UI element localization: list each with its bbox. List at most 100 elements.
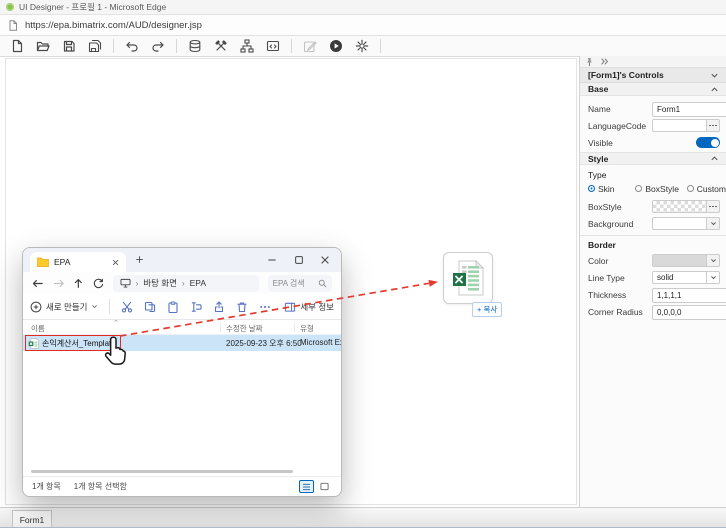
database-button[interactable]	[184, 37, 206, 55]
chevron-up-icon	[710, 154, 719, 163]
file-row-selected[interactable]: 손익계산서_Template 2025-09-23 오후 6:50 Micros…	[23, 335, 341, 351]
toggle-knob	[711, 139, 719, 147]
thumbnail-view-button[interactable]	[317, 480, 332, 493]
minimize-icon[interactable]	[267, 255, 277, 265]
visible-toggle[interactable]	[696, 137, 720, 148]
designer-toolbar	[0, 36, 726, 57]
toolbar-separator	[113, 39, 114, 53]
tab-close-icon[interactable]	[112, 259, 119, 266]
breadcrumb[interactable]: › 바탕 화면 › EPA	[113, 275, 259, 292]
tools-button[interactable]	[210, 37, 232, 55]
radio-custom[interactable]: Custom	[687, 184, 726, 194]
name-field[interactable]: Form1	[652, 102, 726, 117]
horizontal-scrollbar[interactable]	[31, 470, 293, 473]
line-type-dropdown-button[interactable]	[707, 271, 720, 284]
type-label-row: Type	[580, 169, 726, 180]
language-code-browse-button[interactable]	[707, 119, 720, 132]
thickness-field[interactable]: 1,1,1,1	[652, 288, 726, 303]
column-separator[interactable]	[294, 322, 295, 332]
border-color-swatch[interactable]	[652, 254, 707, 267]
save-all-button[interactable]	[84, 37, 106, 55]
boxstyle-browse-button[interactable]	[707, 200, 720, 213]
column-name[interactable]: 이름	[31, 323, 45, 334]
maximize-icon[interactable]	[294, 255, 304, 265]
save-button[interactable]	[58, 37, 80, 55]
background-dropdown-button[interactable]	[707, 217, 720, 230]
breadcrumb-desktop[interactable]: 바탕 화면	[143, 277, 177, 289]
drag-ghost-excel-file[interactable]	[443, 252, 493, 304]
run-button[interactable]	[325, 37, 347, 55]
details-pane-button[interactable]: 세부 정보	[284, 301, 334, 313]
section-base-header[interactable]: Base	[580, 83, 726, 96]
chevron-down-icon	[710, 220, 717, 227]
breadcrumb-epa[interactable]: EPA	[190, 278, 206, 288]
close-icon[interactable]	[320, 255, 330, 265]
file-type: Microsoft Excel	[300, 338, 342, 347]
more-options-icon[interactable]	[259, 301, 271, 313]
controls-header-label: [Form1]'s Controls	[588, 70, 664, 80]
settings-button[interactable]	[351, 37, 373, 55]
column-type[interactable]: 유형	[300, 323, 314, 334]
collapse-panel-icon[interactable]	[600, 57, 609, 66]
back-icon[interactable]	[32, 278, 44, 289]
hierarchy-button[interactable]	[236, 37, 258, 55]
up-icon[interactable]	[73, 278, 84, 289]
chevron-down-icon	[710, 274, 717, 281]
search-icon	[318, 279, 327, 288]
column-separator[interactable]	[220, 322, 221, 332]
file-name-highlight-box	[25, 335, 121, 351]
radio-skin[interactable]: Skin	[588, 184, 635, 194]
item-count: 1개 항목	[32, 481, 61, 492]
explorer-command-bar: 새로 만들기 세부 정보	[23, 294, 341, 320]
code-window-button[interactable]	[262, 37, 284, 55]
file-date-modified: 2025-09-23 오후 6:50	[226, 338, 302, 349]
excel-file-icon	[451, 260, 485, 296]
corner-radius-row: Corner Radius 0,0,0,0	[580, 304, 726, 319]
undo-button[interactable]	[121, 37, 143, 55]
copy-icon[interactable]	[144, 301, 156, 313]
new-item-button[interactable]: 새로 만들기	[30, 301, 98, 313]
background-field[interactable]	[652, 217, 707, 230]
search-placeholder: EPA 검색	[273, 278, 315, 289]
chevron-down-icon	[710, 257, 717, 264]
border-color-dropdown-button[interactable]	[707, 254, 720, 267]
open-folder-button[interactable]	[32, 37, 54, 55]
new-document-button[interactable]	[6, 37, 28, 55]
corner-radius-label: Corner Radius	[588, 307, 643, 317]
paste-icon[interactable]	[167, 301, 179, 313]
url-bar[interactable]: https://epa.bimatrix.com/AUD/designer.js…	[0, 15, 726, 36]
file-list-empty-area[interactable]	[23, 351, 341, 474]
forward-icon[interactable]	[53, 278, 65, 289]
delete-icon[interactable]	[236, 301, 248, 313]
controls-header[interactable]: [Form1]'s Controls	[580, 68, 726, 83]
explorer-tab-epa[interactable]: EPA	[30, 252, 126, 272]
background-row: Background	[580, 216, 726, 231]
explorer-status-bar: 1개 항목 1개 항목 선택함	[23, 476, 341, 496]
form1-tab[interactable]: Form1	[12, 510, 52, 528]
new-item-label: 새로 만들기	[46, 301, 87, 313]
toolbar-separator	[380, 39, 381, 53]
section-style-header[interactable]: Style	[580, 152, 726, 165]
undo-icon	[125, 39, 139, 53]
corner-radius-field[interactable]: 0,0,0,0	[652, 305, 726, 320]
cut-icon[interactable]	[121, 301, 133, 313]
share-icon[interactable]	[213, 301, 225, 313]
radio-boxstyle-label: BoxStyle	[645, 184, 679, 194]
search-box[interactable]: EPA 검색	[268, 275, 332, 292]
toolbar-separator	[176, 39, 177, 53]
redo-button[interactable]	[147, 37, 169, 55]
refresh-icon[interactable]	[93, 278, 104, 289]
new-tab-icon[interactable]	[135, 255, 144, 264]
hierarchy-icon	[240, 39, 254, 53]
rename-icon[interactable]	[190, 301, 202, 313]
language-code-field[interactable]	[652, 119, 707, 132]
edit-icon	[303, 39, 317, 53]
radio-boxstyle[interactable]: BoxStyle	[635, 184, 686, 194]
line-type-select[interactable]: solid	[652, 271, 707, 284]
window-titlebar: UI Designer - 프로필 1 - Microsoft Edge	[0, 0, 726, 15]
details-view-button[interactable]	[299, 480, 314, 493]
column-date-modified[interactable]: 수정한 날짜	[226, 323, 263, 334]
pin-icon[interactable]	[585, 57, 594, 67]
edit-button[interactable]	[299, 37, 321, 55]
boxstyle-swatch[interactable]	[652, 200, 707, 213]
